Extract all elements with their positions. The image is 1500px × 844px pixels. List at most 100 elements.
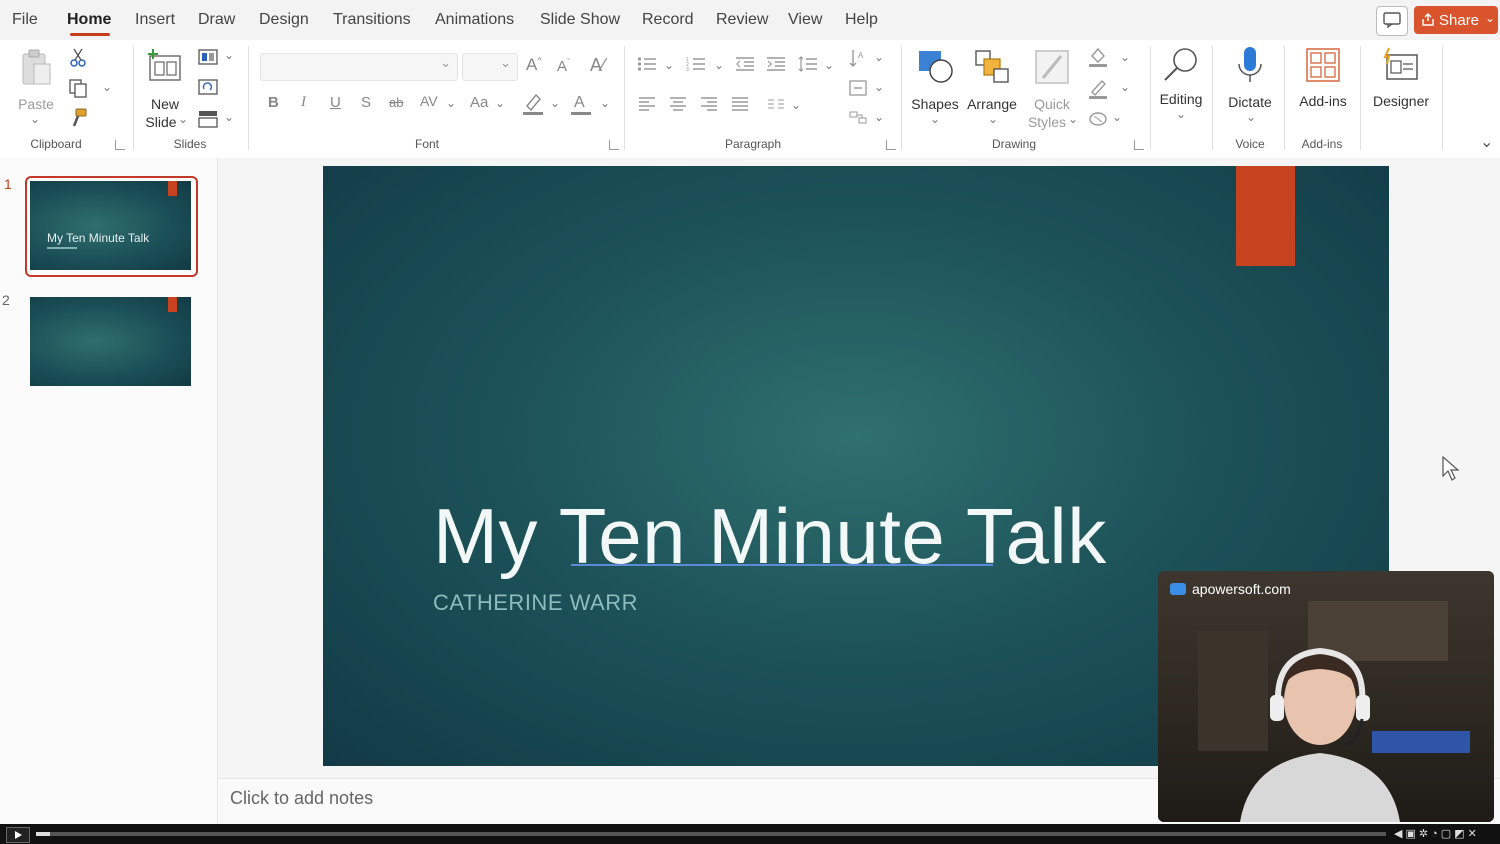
layout-chevron-icon[interactable]: ⌄ — [224, 48, 234, 62]
highlight-chevron-icon[interactable]: ⌄ — [550, 96, 560, 110]
font-color-icon[interactable]: A — [570, 92, 592, 116]
window-icon[interactable]: ▢ — [1441, 828, 1454, 840]
separator — [624, 46, 625, 150]
font-launcher-icon[interactable] — [609, 140, 619, 150]
menu-help[interactable]: Help — [845, 11, 878, 29]
menu-review[interactable]: Review — [716, 11, 768, 29]
player-controls[interactable]: ◀▣✲◔▢◩✕ — [1394, 827, 1480, 840]
menu-transitions[interactable]: Transitions — [333, 11, 411, 29]
justify-icon[interactable] — [731, 96, 749, 112]
quick-styles-button[interactable]: Quick Styles ⌄ — [1024, 46, 1080, 132]
columns-icon[interactable] — [767, 96, 785, 112]
menu-home[interactable]: Home — [67, 11, 111, 29]
align-text-icon[interactable] — [848, 78, 868, 98]
dictate-button[interactable]: Dictate ⌄ — [1222, 44, 1278, 128]
shape-effects-icon[interactable] — [1088, 108, 1108, 128]
shape-fill-icon[interactable] — [1088, 46, 1108, 68]
menu-view[interactable]: View — [788, 11, 822, 29]
grow-font-icon[interactable]: A^ — [526, 55, 542, 75]
shape-fill-chevron-icon[interactable]: ⌄ — [1120, 50, 1130, 64]
bullets-icon[interactable] — [637, 56, 657, 72]
numbering-icon[interactable]: 123 — [686, 56, 706, 72]
slide-subtitle[interactable]: CATHERINE WARR — [433, 590, 638, 616]
smartart-icon[interactable] — [848, 108, 868, 128]
bullets-chevron-icon[interactable]: ⌄ — [664, 58, 674, 72]
menu-slide-show[interactable]: Slide Show — [540, 11, 620, 29]
copy-chevron-icon[interactable]: ⌄ — [102, 80, 112, 94]
new-slide-button[interactable]: New Slide ⌄ — [140, 46, 190, 130]
comments-button[interactable] — [1376, 6, 1408, 36]
menu-record[interactable]: Record — [642, 11, 694, 29]
shape-effects-chevron-icon[interactable]: ⌄ — [1112, 110, 1122, 124]
add-ins-label: Add-ins — [1299, 93, 1347, 109]
fullscreen-icon[interactable]: ✕ — [1468, 828, 1480, 840]
clipboard-launcher-icon[interactable] — [115, 140, 125, 150]
speed-icon[interactable]: ◔ — [1431, 828, 1441, 840]
strikethrough-button[interactable]: ab — [389, 95, 403, 110]
layout-icon[interactable] — [198, 48, 218, 66]
slide-thumbnail-1[interactable]: My Ten Minute Talk — [30, 181, 191, 270]
group-label-voice: Voice — [1235, 137, 1265, 151]
decrease-indent-icon[interactable] — [735, 56, 755, 72]
collapse-ribbon-chevron-icon[interactable]: ⌄ — [1480, 132, 1493, 152]
align-text-chevron-icon[interactable]: ⌄ — [874, 80, 884, 94]
spacing-chevron-icon[interactable]: ⌄ — [446, 96, 456, 110]
designer-button[interactable]: Designer — [1368, 44, 1434, 126]
slide-title[interactable]: My Ten Minute Talk — [433, 491, 1107, 582]
section-chevron-icon[interactable]: ⌄ — [224, 110, 234, 124]
ribbon: Paste ⌄ ⌄ Clipboard New Slide ⌄ ⌄ ⌄ Slid… — [0, 40, 1500, 159]
smartart-chevron-icon[interactable]: ⌄ — [874, 110, 884, 124]
change-case-button[interactable]: Aa — [470, 94, 488, 111]
align-center-icon[interactable] — [669, 96, 687, 112]
shape-outline-chevron-icon[interactable]: ⌄ — [1120, 80, 1130, 94]
clear-formatting-icon[interactable]: A⁄ — [590, 55, 605, 76]
line-spacing-icon[interactable] — [798, 56, 818, 72]
shape-outline-icon[interactable] — [1088, 78, 1108, 100]
settings-icon[interactable]: ✲ — [1419, 828, 1431, 840]
text-direction-chevron-icon[interactable]: ⌄ — [874, 50, 884, 64]
underline-button[interactable]: U — [330, 94, 341, 111]
arrange-button[interactable]: Arrange ⌄ — [964, 46, 1020, 128]
section-icon[interactable] — [198, 110, 218, 128]
align-left-icon[interactable] — [638, 96, 656, 112]
paste-button[interactable]: Paste ⌄ — [14, 46, 58, 126]
font-name-combo[interactable] — [260, 53, 458, 81]
volume-icon[interactable]: ◀ — [1394, 828, 1405, 840]
shrink-font-icon[interactable]: Aˇ — [557, 57, 570, 75]
pip-icon[interactable]: ◩ — [1454, 828, 1467, 840]
paragraph-launcher-icon[interactable] — [886, 140, 896, 150]
play-icon[interactable] — [6, 827, 30, 843]
menu-animations[interactable]: Animations — [435, 11, 514, 29]
slide-thumbnail-2[interactable] — [30, 297, 191, 386]
editing-button[interactable]: Editing ⌄ — [1154, 44, 1208, 126]
align-right-icon[interactable] — [700, 96, 718, 112]
text-direction-icon[interactable]: A — [848, 48, 868, 68]
reset-slide-icon[interactable] — [198, 78, 218, 96]
copy-icon[interactable] — [68, 78, 88, 98]
shapes-button[interactable]: Shapes ⌄ — [908, 46, 962, 128]
line-spacing-chevron-icon[interactable]: ⌄ — [824, 58, 834, 72]
format-painter-icon[interactable] — [68, 108, 88, 128]
menu-file[interactable]: File — [12, 11, 38, 29]
font-color-chevron-icon[interactable]: ⌄ — [600, 96, 610, 110]
captions-icon[interactable]: ▣ — [1405, 828, 1418, 840]
menu-insert[interactable]: Insert — [135, 11, 175, 29]
bold-button[interactable]: B — [268, 94, 279, 111]
share-button[interactable]: Share ⌄ — [1414, 6, 1498, 34]
cut-icon[interactable] — [69, 48, 87, 68]
character-spacing-button[interactable]: AV — [420, 93, 438, 109]
highlight-icon[interactable] — [522, 92, 544, 116]
svg-text:A: A — [858, 51, 864, 60]
italic-button[interactable]: I — [301, 94, 306, 111]
video-progress-bar[interactable] — [36, 832, 1386, 836]
drawing-launcher-icon[interactable] — [1134, 140, 1144, 150]
increase-indent-icon[interactable] — [766, 56, 786, 72]
menu-draw[interactable]: Draw — [198, 11, 235, 29]
menu-design[interactable]: Design — [259, 11, 309, 29]
font-size-combo[interactable] — [462, 53, 518, 81]
shadow-button[interactable]: S — [361, 94, 371, 111]
columns-chevron-icon[interactable]: ⌄ — [791, 98, 801, 112]
case-chevron-icon[interactable]: ⌄ — [495, 96, 505, 110]
numbering-chevron-icon[interactable]: ⌄ — [714, 58, 724, 72]
add-ins-button[interactable]: Add-ins — [1292, 44, 1354, 126]
